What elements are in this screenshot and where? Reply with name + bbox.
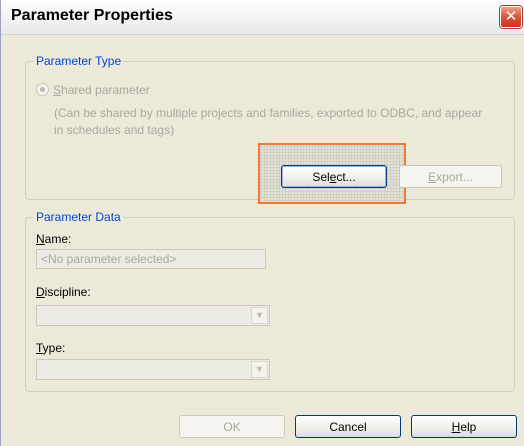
type-dropdown[interactable]: ▼ xyxy=(36,359,270,380)
chevron-down-icon[interactable]: ▼ xyxy=(251,361,268,378)
discipline-label: Discipline: xyxy=(36,285,91,299)
parameter-data-legend: Parameter Data xyxy=(36,210,121,224)
select-button[interactable]: Select... xyxy=(281,165,387,188)
close-icon: ✕ xyxy=(504,8,518,25)
name-field[interactable]: <No parameter selected> xyxy=(36,249,266,269)
dialog-title: Parameter Properties xyxy=(11,7,173,24)
parameter-type-legend: Parameter Type xyxy=(36,54,122,68)
chevron-down-icon[interactable]: ▼ xyxy=(251,307,268,324)
close-button[interactable]: ✕ xyxy=(500,6,522,28)
ok-button[interactable]: OK xyxy=(179,415,285,438)
help-button[interactable]: Help xyxy=(411,415,517,438)
shared-parameter-radio[interactable]: Shared parameter xyxy=(36,83,150,97)
parameter-properties-dialog: Parameter Properties ✕ Parameter Type Sh… xyxy=(0,0,524,446)
shared-parameter-label: Shared parameter xyxy=(53,83,150,97)
type-label: Type: xyxy=(36,341,66,355)
discipline-dropdown[interactable]: ▼ xyxy=(36,305,270,326)
shared-parameter-description: (Can be shared by multiple projects and … xyxy=(54,106,483,137)
radio-indicator xyxy=(36,83,49,96)
export-button[interactable]: Export... xyxy=(399,165,502,188)
name-label: Name: xyxy=(36,232,72,246)
cancel-button[interactable]: Cancel xyxy=(295,415,401,438)
title-bar: Parameter Properties ✕ xyxy=(1,0,524,35)
